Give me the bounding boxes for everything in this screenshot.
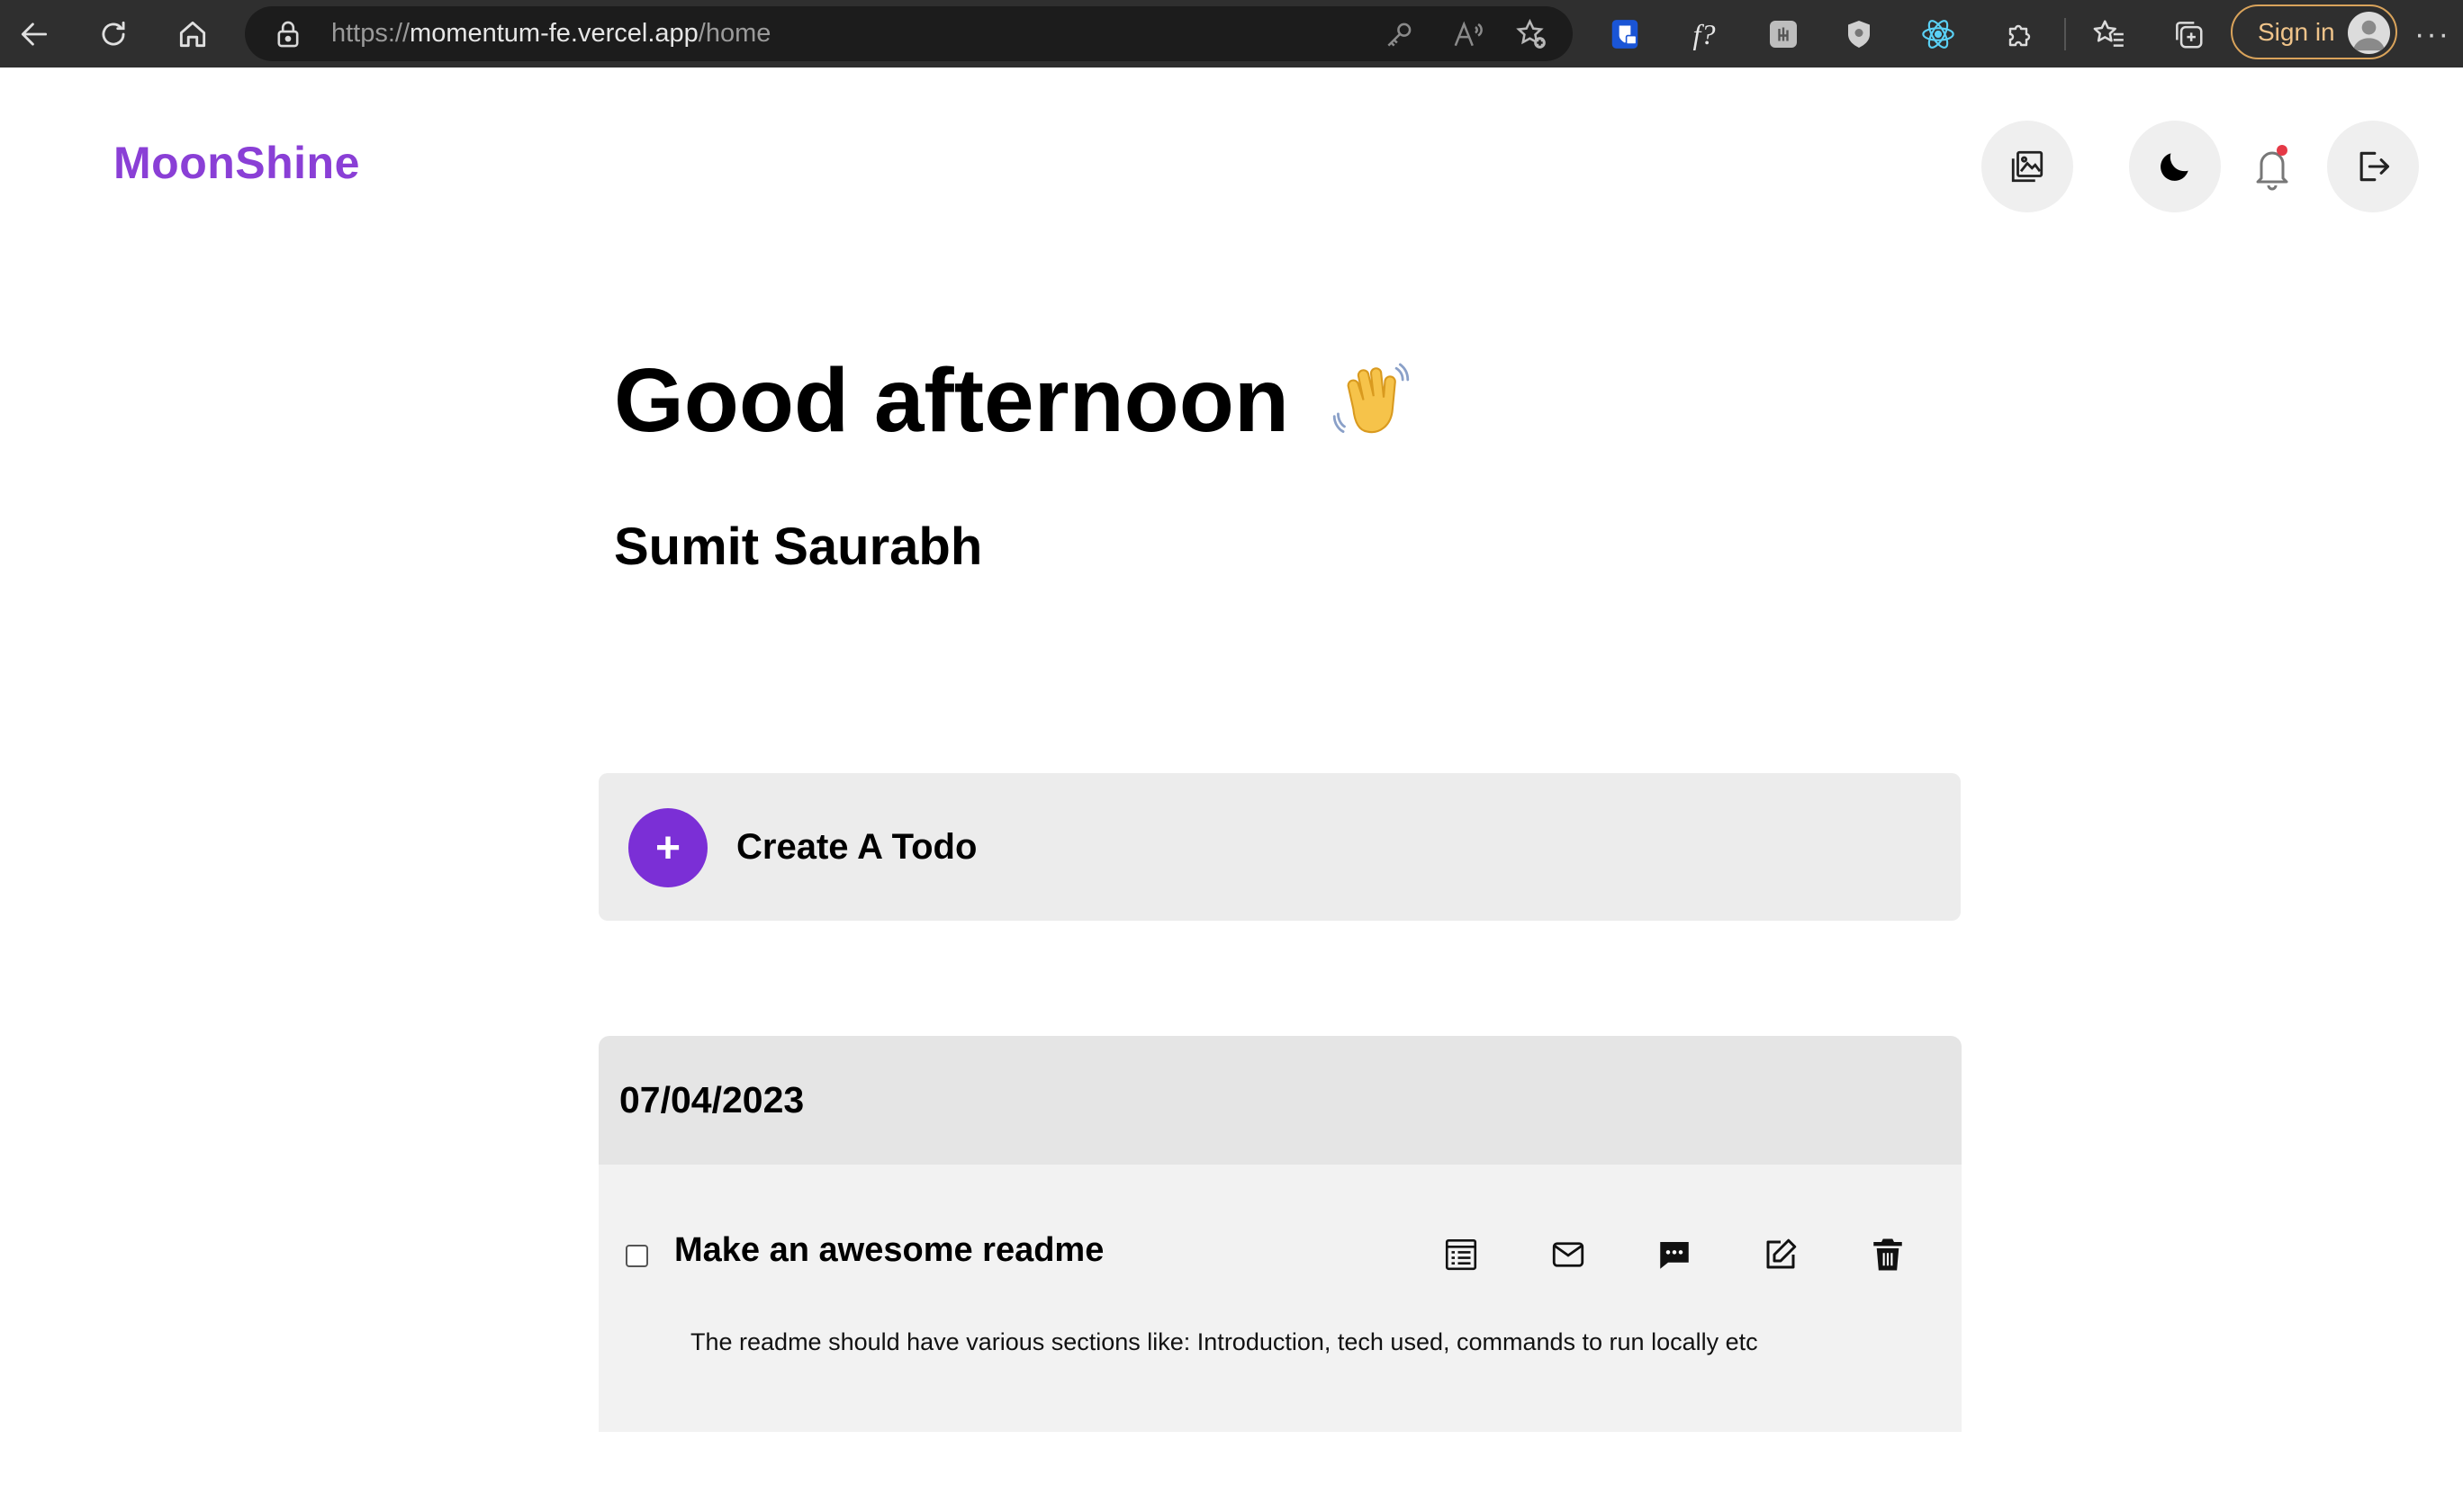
- greeting-title: Good afternoon: [614, 350, 1289, 451]
- logout-icon: [2359, 151, 2390, 182]
- extensions-button[interactable]: [2002, 15, 2040, 53]
- refresh-icon: [102, 21, 125, 45]
- privacy-extension[interactable]: [1840, 15, 1878, 53]
- image-gallery-icon: [2011, 150, 2043, 183]
- reload-button[interactable]: [79, 0, 148, 68]
- sign-in-button[interactable]: Sign in: [2231, 4, 2397, 59]
- todo-item: Make an awesome readme The readme should…: [599, 1165, 1962, 1432]
- bitwarden-extension[interactable]: [1606, 15, 1644, 53]
- add-favorite-icon[interactable]: [1514, 17, 1548, 51]
- react-devtools-extension[interactable]: [1919, 15, 1957, 53]
- add-todo-button[interactable]: +: [628, 808, 708, 887]
- todo-group-date: 07/04/2023: [619, 1079, 805, 1120]
- hand-icon: [1770, 21, 1797, 48]
- favorites-icon: [2093, 20, 2124, 47]
- react-icon: [1922, 20, 1954, 49]
- back-button[interactable]: [0, 0, 68, 68]
- puzzle-icon: [2008, 24, 2031, 47]
- bell-icon: [2256, 145, 2288, 191]
- url-text: https://momentum-fe.vercel.app/home: [331, 19, 771, 48]
- todo-group: 07/04/2023 Make an awesome readme The re…: [599, 1036, 1962, 1432]
- moon-icon: [2161, 153, 2188, 181]
- todo-group-header: 07/04/2023: [599, 1036, 1962, 1165]
- toolbar-separator: [2064, 18, 2066, 50]
- font-extension[interactable]: f?: [1685, 15, 1723, 53]
- home-icon: [179, 21, 206, 47]
- waving-hand-icon: [1332, 363, 1410, 434]
- arrow-left-icon: [21, 22, 48, 46]
- todo-title: Make an awesome readme: [674, 1231, 1105, 1269]
- browser-toolbar: https://momentum-fe.vercel.app/home f? S…: [0, 0, 2463, 68]
- dark-mode-toggle[interactable]: [2129, 121, 2221, 212]
- logout-button[interactable]: [2327, 121, 2419, 212]
- todo-comment-button[interactable]: [1649, 1229, 1700, 1280]
- read-aloud-icon[interactable]: [1451, 17, 1485, 51]
- settings-more-button[interactable]: ···: [2413, 16, 2452, 52]
- details-icon: [1445, 1238, 1477, 1271]
- home-button[interactable]: [158, 0, 227, 68]
- todo-edit-button[interactable]: [1755, 1229, 1806, 1280]
- change-wallpaper-button[interactable]: [1981, 121, 2073, 212]
- notifications-button[interactable]: [2251, 142, 2294, 193]
- collections-icon: [2176, 22, 2203, 49]
- comment-icon: [1660, 1242, 1689, 1269]
- shield-lock-icon: [1611, 20, 1638, 49]
- lock-icon: [277, 21, 299, 48]
- brand-logo[interactable]: MoonShine: [113, 137, 360, 189]
- todo-delete-button[interactable]: [1863, 1229, 1913, 1280]
- edit-icon: [1766, 1238, 1797, 1269]
- todo-complete-checkbox[interactable]: [626, 1245, 648, 1267]
- address-bar[interactable]: https://momentum-fe.vercel.app/home: [245, 6, 1573, 61]
- create-todo-label: Create A Todo: [736, 827, 978, 867]
- collections-button[interactable]: [2170, 15, 2207, 53]
- hand-extension[interactable]: [1764, 15, 1802, 53]
- sign-in-label: Sign in: [2258, 18, 2335, 46]
- todo-mail-button[interactable]: [1543, 1229, 1593, 1280]
- key-icon[interactable]: [1383, 17, 1417, 51]
- trash-icon: [1873, 1238, 1902, 1271]
- user-name: Sumit Saurabh: [614, 518, 983, 576]
- mail-icon: [1552, 1242, 1584, 1267]
- shield-icon: [1848, 21, 1870, 48]
- favorites-button[interactable]: [2090, 15, 2128, 53]
- profile-avatar-icon: [2348, 12, 2390, 54]
- todo-details-button[interactable]: [1436, 1229, 1486, 1280]
- create-todo-bar[interactable]: + Create A Todo: [599, 773, 1961, 921]
- todo-description: The readme should have various sections …: [690, 1328, 1758, 1355]
